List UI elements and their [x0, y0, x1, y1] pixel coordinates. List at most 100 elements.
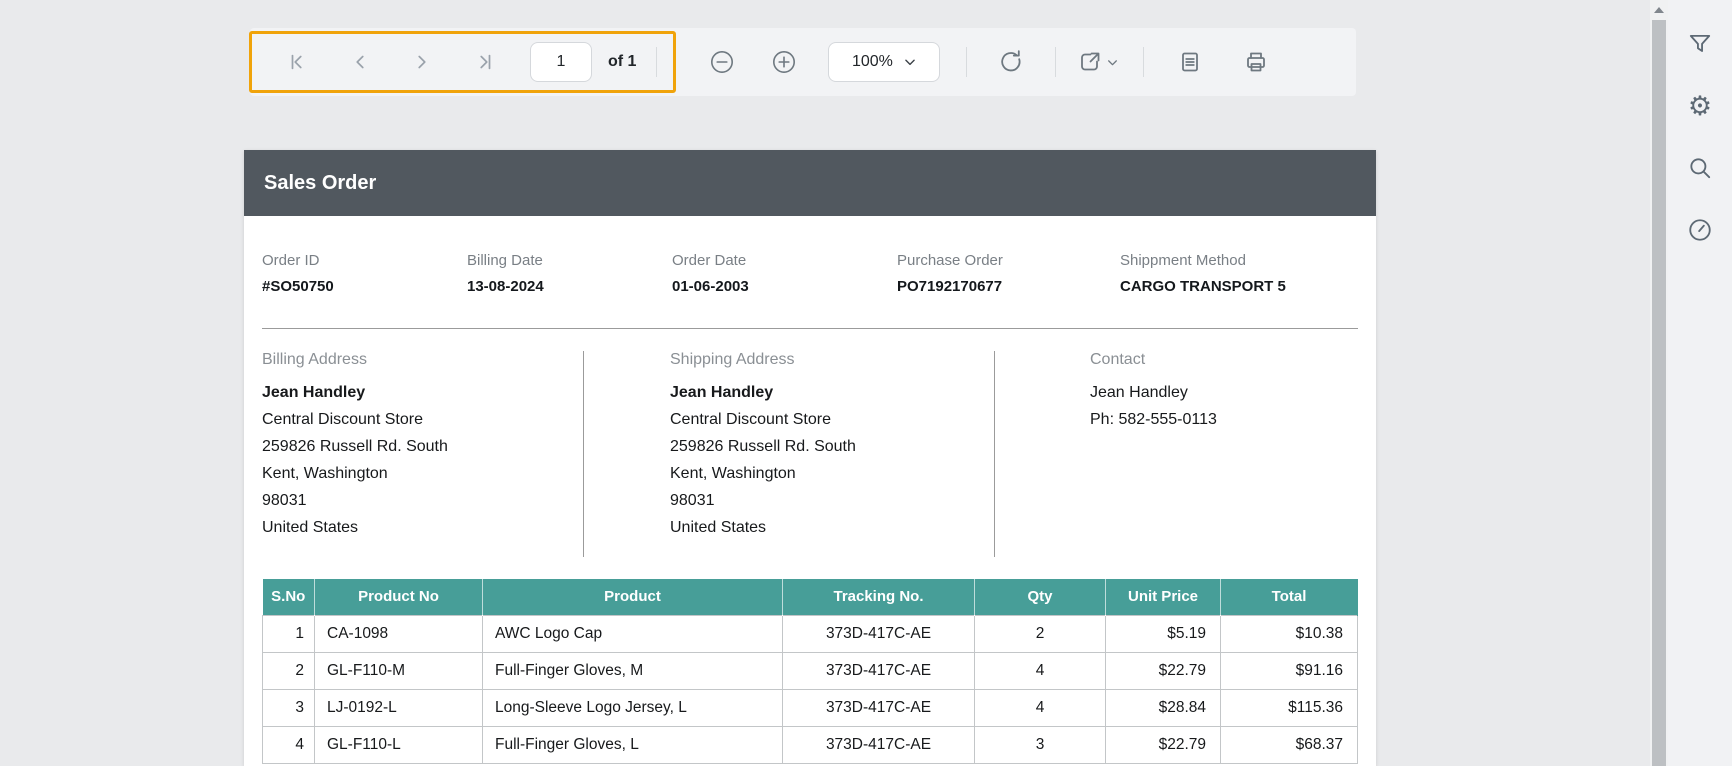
page-setup-button[interactable] [1170, 42, 1210, 82]
print-button[interactable] [1236, 42, 1276, 82]
billing-line: United States [262, 519, 359, 536]
gauge-icon [1687, 217, 1713, 243]
shipping-line: 259826 Russell Rd. South [670, 438, 856, 455]
report-title: Sales Order [264, 171, 377, 194]
export-icon [1078, 50, 1102, 74]
document-icon [1178, 50, 1202, 74]
field-label: Purchase Order [897, 252, 1003, 269]
zoom-out-button[interactable] [702, 42, 742, 82]
field-value: #SO50750 [262, 278, 334, 295]
first-page-icon [287, 51, 309, 73]
cell-sno: 2 [262, 651, 315, 690]
cell-sno: 4 [262, 725, 315, 764]
cell-product: Full-Finger Gloves, L [482, 725, 783, 764]
report-viewer-toolbar: of 1 100% [249, 28, 1356, 96]
field-label: Order ID [262, 252, 320, 269]
billing-line: 98031 [262, 492, 307, 509]
field-value: 13-08-2024 [467, 278, 544, 295]
vertical-scrollbar[interactable] [1650, 0, 1668, 766]
field-value: CARGO TRANSPORT 5 [1120, 278, 1286, 295]
cell-product: Full-Finger Gloves, M [482, 651, 783, 690]
gear-icon: ⚙ [1687, 90, 1713, 122]
column-header-tracking: Tracking No. [782, 579, 975, 615]
zoom-in-icon [771, 49, 797, 75]
last-page-icon [473, 51, 495, 73]
page-number-input[interactable] [530, 42, 592, 82]
billing-date-field: Billing Date 13-08-2024 [467, 252, 544, 295]
column-header-sno: S.No [262, 579, 315, 615]
billing-name: Jean Handley [262, 384, 366, 401]
order-date-field: Order Date 01-06-2003 [672, 252, 749, 295]
cell-total: $91.16 [1220, 651, 1358, 690]
table-row: 1 CA-1098 AWC Logo Cap 373D-417C-AE 2 $5… [262, 614, 1358, 653]
cell-tracking: 373D-417C-AE [782, 614, 975, 653]
cell-total: $68.37 [1220, 725, 1358, 764]
table-row: 3 LJ-0192-L Long-Sleeve Logo Jersey, L 3… [262, 688, 1358, 727]
cell-product-no: GL-F110-M [314, 651, 483, 690]
section-divider [262, 328, 1358, 329]
field-label: Billing Date [467, 252, 543, 269]
zoom-level-dropdown[interactable]: 100% [828, 42, 941, 82]
shipping-line: Kent, Washington [670, 465, 796, 482]
column-header-qty: Qty [974, 579, 1106, 615]
cell-qty: 4 [974, 688, 1106, 727]
cell-qty: 4 [974, 651, 1106, 690]
toolbar-separator [966, 47, 968, 77]
toolbar-separator [1055, 47, 1057, 77]
contact-heading: Contact [1090, 351, 1146, 368]
cell-unit-price: $28.84 [1105, 688, 1221, 727]
cell-total: $115.36 [1220, 688, 1358, 727]
cell-sno: 1 [262, 614, 315, 653]
pagination-group-highlighted: of 1 [249, 31, 677, 93]
printer-icon [1244, 50, 1268, 74]
search-button[interactable] [1686, 154, 1714, 182]
billing-line: 259826 Russell Rd. South [262, 438, 448, 455]
toolbar-separator [1143, 47, 1145, 77]
billing-address-heading: Billing Address [262, 351, 367, 368]
cell-tracking: 373D-417C-AE [782, 688, 975, 727]
report-title-band: Sales Order [244, 150, 1376, 216]
previous-page-button[interactable] [340, 42, 380, 82]
performance-button[interactable] [1686, 216, 1714, 244]
shipping-name: Jean Handley [670, 384, 774, 401]
cell-unit-price: $22.79 [1105, 725, 1221, 764]
table-row: 2 GL-F110-M Full-Finger Gloves, M 373D-4… [262, 651, 1358, 690]
shipping-address-block: Shipping Address Jean Handley Central Di… [584, 351, 995, 557]
cell-product-no: LJ-0192-L [314, 688, 483, 727]
chevron-left-icon [349, 51, 371, 73]
settings-button[interactable]: ⚙ [1686, 92, 1714, 120]
contact-block: Contact Jean Handley Ph: 582-555-0113 [995, 351, 1358, 557]
field-value: PO7192170677 [897, 278, 1003, 295]
zoom-in-button[interactable] [764, 42, 804, 82]
field-label: Order Date [672, 252, 747, 269]
shipping-line: Central Discount Store [670, 411, 831, 428]
scroll-up-arrow-icon[interactable] [1654, 7, 1664, 13]
table-header-row: S.No Product No Product Tracking No. Qty… [262, 579, 1358, 615]
cell-total: $10.38 [1220, 614, 1358, 653]
parameters-filter-button[interactable] [1686, 30, 1714, 58]
cell-qty: 2 [974, 614, 1106, 653]
scrollbar-thumb[interactable] [1652, 20, 1666, 766]
refresh-button[interactable] [991, 42, 1031, 82]
toolbar-separator [656, 47, 658, 77]
contact-phone: Ph: 582-555-0113 [1090, 411, 1217, 428]
cell-sno: 3 [262, 688, 315, 727]
cell-product-no: CA-1098 [314, 614, 483, 653]
search-icon [1687, 155, 1713, 181]
zoom-out-icon [709, 49, 735, 75]
addresses-section: Billing Address Jean Handley Central Dis… [262, 351, 1358, 557]
cell-unit-price: $22.79 [1105, 651, 1221, 690]
first-page-button[interactable] [278, 42, 318, 82]
shipping-line: 98031 [670, 492, 715, 509]
export-dropdown[interactable] [1078, 50, 1119, 74]
billing-line: Central Discount Store [262, 411, 423, 428]
column-header-unit-price: Unit Price [1105, 579, 1221, 615]
viewer-side-rail: ⚙ [1668, 0, 1732, 766]
next-page-button[interactable] [402, 42, 442, 82]
purchase-order-field: Purchase Order PO7192170677 [897, 252, 1003, 295]
last-page-button[interactable] [464, 42, 504, 82]
cell-tracking: 373D-417C-AE [782, 725, 975, 764]
order-id-field: Order ID #SO50750 [262, 252, 334, 295]
shipping-line: United States [670, 519, 767, 536]
cell-tracking: 373D-417C-AE [782, 651, 975, 690]
